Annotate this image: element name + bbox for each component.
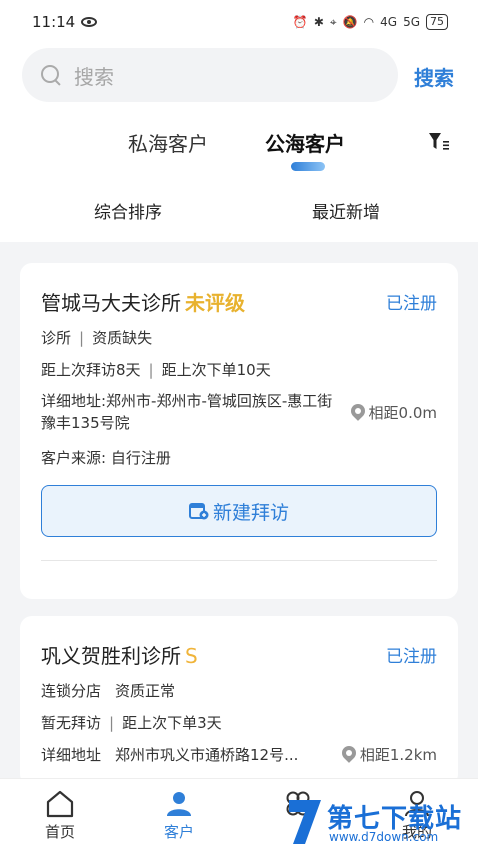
nav-customer-label: 客户 [163, 823, 194, 841]
registration-status[interactable]: 已注册 [386, 289, 437, 314]
customer-card[interactable]: 巩义贺胜利诊所 S 已注册 连锁分店 资质正常 暂无拜访 | 距上次下单3天 详细地址郑… [20, 616, 458, 786]
home-icon [46, 790, 74, 818]
address-label: 详细地址 [41, 746, 102, 764]
signal-label-4g: 4G [380, 15, 398, 29]
watermark: 第七下载站 www.d7down.com [283, 794, 478, 850]
distance-value: 相距1.2km [359, 746, 437, 764]
customer-name: 巩义贺胜利诊所 [41, 644, 181, 668]
separator: | [109, 714, 115, 732]
mute-icon: 🔕 [342, 15, 358, 29]
search-placeholder: 搜索 [74, 64, 114, 89]
customer-card[interactable]: 管城马大夫诊所 未评级 已注册 诊所 | 资质缺失 距上次拜访8天 | 距上次下单10天 … [20, 263, 458, 599]
visit-order-row: 暂无拜访 | 距上次下单3天 [41, 712, 222, 733]
alarm-icon: ⏰ [292, 15, 308, 29]
separator: | [148, 361, 154, 379]
sort-recent[interactable]: 最近新增 [312, 198, 380, 223]
eye-icon [81, 17, 98, 27]
tab-public-customers[interactable]: 公海客户 [265, 128, 345, 157]
customer-grade: S [185, 644, 198, 668]
bluetooth-icon: ✱ [313, 15, 324, 29]
status-icons: ⏰ ✱ ⌖ 🔕 ◠ 4G 5G 75 [293, 14, 448, 30]
sort-overall[interactable]: 综合排序 [94, 198, 162, 223]
distance-value: 相距0.0m [368, 404, 437, 422]
customer-type: 诊所 [41, 329, 72, 347]
last-order: 距上次下单3天 [122, 714, 222, 732]
customer-address: 详细地址:郑州市-郑州市-管城回族区-惠工街豫丰135号院 [41, 392, 333, 432]
last-order: 距上次下单10天 [161, 361, 271, 379]
new-visit-label: 新建拜访 [212, 501, 289, 524]
status-time: 11:14 [32, 13, 76, 31]
add-visit-icon [188, 503, 209, 520]
signal-label-5g: 5G [403, 15, 420, 29]
customer-address: 郑州市巩义市通桥路12号... [115, 746, 299, 764]
distance-row: 相距0.0m [351, 402, 437, 423]
search-button[interactable]: 搜索 [414, 62, 454, 91]
location-pin-icon [342, 746, 356, 764]
watermark-url: www.d7down.com [329, 830, 439, 844]
nav-home[interactable]: 首页 [25, 779, 95, 842]
distance-row: 相距1.2km [342, 744, 437, 765]
customer-address-row: 详细地址 郑州市巩义市通桥路12号... [41, 744, 298, 765]
nav-home-label: 首页 [44, 823, 75, 841]
status-bar: 11:14 ⏰ ✱ ⌖ 🔕 ◠ 4G 5G 75 [0, 0, 478, 44]
wifi-icon: ◠ [363, 15, 375, 29]
new-visit-button[interactable]: 新建拜访 [41, 485, 437, 537]
last-visit: 暂无拜访 [41, 714, 102, 732]
header: 搜索 搜索 私海客户 公海客户 综合排序 最近新增 [0, 44, 478, 242]
customer-tabs: 私海客户 公海客户 [0, 128, 478, 168]
filter-icon[interactable] [428, 132, 450, 152]
customer-name-row: 巩义贺胜利诊所 S [41, 640, 198, 669]
active-tab-indicator [291, 162, 325, 171]
battery-icon: 75 [426, 14, 448, 30]
visit-order-row: 距上次拜访8天 | 距上次下单10天 [41, 359, 271, 380]
last-visit: 距上次拜访8天 [41, 361, 141, 379]
customer-type: 连锁分店 [41, 682, 102, 700]
location-pin-icon [351, 404, 365, 422]
nav-customer[interactable]: 客户 [144, 779, 214, 842]
card-divider [41, 560, 437, 561]
qualification-status: 资质缺失 [92, 329, 153, 347]
customer-type-row: 诊所 | 资质缺失 [41, 327, 152, 348]
separator: | [79, 329, 85, 347]
location-icon: ⌖ [329, 14, 337, 29]
qualification-status: 资质正常 [115, 682, 176, 700]
customer-grade: 未评级 [185, 291, 245, 315]
customer-name: 管城马大夫诊所 [41, 291, 181, 315]
search-icon [40, 64, 62, 86]
search-input[interactable]: 搜索 [22, 48, 398, 102]
watermark-logo-icon [289, 800, 321, 844]
registration-status[interactable]: 已注册 [386, 642, 437, 667]
customer-source: 客户来源: 自行注册 [41, 449, 171, 467]
tab-private-customers[interactable]: 私海客户 [128, 128, 208, 157]
customer-type-row: 连锁分店 资质正常 [41, 680, 175, 701]
customer-icon [167, 792, 191, 816]
customer-name-row: 管城马大夫诊所 未评级 [41, 287, 245, 316]
